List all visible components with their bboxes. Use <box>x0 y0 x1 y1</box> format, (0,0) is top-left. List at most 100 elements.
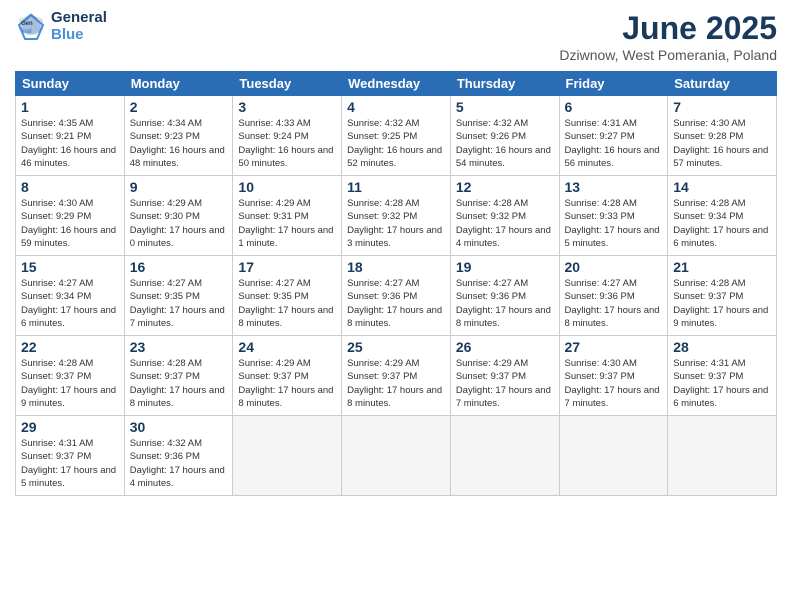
svg-text:eral: eral <box>21 29 32 35</box>
sunrise-text: Sunrise: 4:29 AM <box>347 357 445 370</box>
cell-info: Sunrise: 4:33 AM Sunset: 9:24 PM Dayligh… <box>238 117 336 170</box>
month-title: June 2025 <box>559 10 777 47</box>
day-number: 12 <box>456 179 554 195</box>
sunset-text: Sunset: 9:23 PM <box>130 130 228 143</box>
sunrise-text: Sunrise: 4:29 AM <box>238 357 336 370</box>
daylight-text: Daylight: 17 hours and 4 minutes. <box>456 224 554 251</box>
sunset-text: Sunset: 9:32 PM <box>347 210 445 223</box>
cell-info: Sunrise: 4:28 AM Sunset: 9:32 PM Dayligh… <box>347 197 445 250</box>
location: Dziwnow, West Pomerania, Poland <box>559 47 777 63</box>
cell-info: Sunrise: 4:35 AM Sunset: 9:21 PM Dayligh… <box>21 117 119 170</box>
sunrise-text: Sunrise: 4:31 AM <box>673 357 771 370</box>
calendar-cell: 1 Sunrise: 4:35 AM Sunset: 9:21 PM Dayli… <box>16 96 125 176</box>
day-number: 18 <box>347 259 445 275</box>
calendar-cell: 10 Sunrise: 4:29 AM Sunset: 9:31 PM Dayl… <box>233 176 342 256</box>
sunrise-text: Sunrise: 4:31 AM <box>21 437 119 450</box>
sunset-text: Sunset: 9:31 PM <box>238 210 336 223</box>
calendar-cell: 20 Sunrise: 4:27 AM Sunset: 9:36 PM Dayl… <box>559 256 668 336</box>
daylight-text: Daylight: 17 hours and 6 minutes. <box>21 304 119 331</box>
daylight-text: Daylight: 17 hours and 5 minutes. <box>565 224 663 251</box>
daylight-text: Daylight: 17 hours and 6 minutes. <box>673 384 771 411</box>
day-number: 2 <box>130 99 228 115</box>
cell-info: Sunrise: 4:27 AM Sunset: 9:36 PM Dayligh… <box>565 277 663 330</box>
sunrise-text: Sunrise: 4:34 AM <box>130 117 228 130</box>
calendar-cell: 16 Sunrise: 4:27 AM Sunset: 9:35 PM Dayl… <box>124 256 233 336</box>
calendar-cell: 7 Sunrise: 4:30 AM Sunset: 9:28 PM Dayli… <box>668 96 777 176</box>
col-monday: Monday <box>124 72 233 96</box>
sunset-text: Sunset: 9:21 PM <box>21 130 119 143</box>
daylight-text: Daylight: 17 hours and 8 minutes. <box>456 304 554 331</box>
daylight-text: Daylight: 17 hours and 8 minutes. <box>565 304 663 331</box>
daylight-text: Daylight: 16 hours and 56 minutes. <box>565 144 663 171</box>
cell-info: Sunrise: 4:30 AM Sunset: 9:29 PM Dayligh… <box>21 197 119 250</box>
day-number: 9 <box>130 179 228 195</box>
table-row: 22 Sunrise: 4:28 AM Sunset: 9:37 PM Dayl… <box>16 336 777 416</box>
daylight-text: Daylight: 17 hours and 1 minute. <box>238 224 336 251</box>
calendar-cell: 13 Sunrise: 4:28 AM Sunset: 9:33 PM Dayl… <box>559 176 668 256</box>
calendar-cell: 21 Sunrise: 4:28 AM Sunset: 9:37 PM Dayl… <box>668 256 777 336</box>
daylight-text: Daylight: 17 hours and 5 minutes. <box>21 464 119 491</box>
daylight-text: Daylight: 17 hours and 8 minutes. <box>347 304 445 331</box>
sunset-text: Sunset: 9:36 PM <box>347 290 445 303</box>
sunset-text: Sunset: 9:30 PM <box>130 210 228 223</box>
sunset-text: Sunset: 9:37 PM <box>456 370 554 383</box>
daylight-text: Daylight: 17 hours and 9 minutes. <box>21 384 119 411</box>
daylight-text: Daylight: 16 hours and 59 minutes. <box>21 224 119 251</box>
daylight-text: Daylight: 17 hours and 4 minutes. <box>130 464 228 491</box>
calendar-cell: 17 Sunrise: 4:27 AM Sunset: 9:35 PM Dayl… <box>233 256 342 336</box>
day-number: 22 <box>21 339 119 355</box>
sunrise-text: Sunrise: 4:28 AM <box>456 197 554 210</box>
day-number: 15 <box>21 259 119 275</box>
sunrise-text: Sunrise: 4:31 AM <box>565 117 663 130</box>
sunrise-text: Sunrise: 4:27 AM <box>21 277 119 290</box>
day-number: 21 <box>673 259 771 275</box>
sunrise-text: Sunrise: 4:29 AM <box>456 357 554 370</box>
cell-info: Sunrise: 4:27 AM Sunset: 9:36 PM Dayligh… <box>347 277 445 330</box>
day-number: 10 <box>238 179 336 195</box>
sunset-text: Sunset: 9:24 PM <box>238 130 336 143</box>
page: Gen eral General Blue June 2025 Dziwnow,… <box>0 0 792 612</box>
calendar-cell: 27 Sunrise: 4:30 AM Sunset: 9:37 PM Dayl… <box>559 336 668 416</box>
day-number: 19 <box>456 259 554 275</box>
cell-info: Sunrise: 4:34 AM Sunset: 9:23 PM Dayligh… <box>130 117 228 170</box>
sunrise-text: Sunrise: 4:29 AM <box>238 197 336 210</box>
sunrise-text: Sunrise: 4:28 AM <box>673 197 771 210</box>
calendar-cell: 24 Sunrise: 4:29 AM Sunset: 9:37 PM Dayl… <box>233 336 342 416</box>
daylight-text: Daylight: 17 hours and 7 minutes. <box>130 304 228 331</box>
cell-info: Sunrise: 4:28 AM Sunset: 9:37 PM Dayligh… <box>673 277 771 330</box>
calendar-cell: 2 Sunrise: 4:34 AM Sunset: 9:23 PM Dayli… <box>124 96 233 176</box>
header: Gen eral General Blue June 2025 Dziwnow,… <box>15 10 777 63</box>
day-number: 30 <box>130 419 228 435</box>
cell-info: Sunrise: 4:32 AM Sunset: 9:25 PM Dayligh… <box>347 117 445 170</box>
daylight-text: Daylight: 16 hours and 57 minutes. <box>673 144 771 171</box>
day-number: 4 <box>347 99 445 115</box>
sunset-text: Sunset: 9:37 PM <box>565 370 663 383</box>
day-number: 26 <box>456 339 554 355</box>
daylight-text: Daylight: 17 hours and 0 minutes. <box>130 224 228 251</box>
day-number: 27 <box>565 339 663 355</box>
sunrise-text: Sunrise: 4:29 AM <box>130 197 228 210</box>
daylight-text: Daylight: 16 hours and 54 minutes. <box>456 144 554 171</box>
daylight-text: Daylight: 17 hours and 7 minutes. <box>456 384 554 411</box>
table-row: 8 Sunrise: 4:30 AM Sunset: 9:29 PM Dayli… <box>16 176 777 256</box>
sunset-text: Sunset: 9:33 PM <box>565 210 663 223</box>
sunrise-text: Sunrise: 4:30 AM <box>21 197 119 210</box>
calendar-cell <box>559 416 668 496</box>
cell-info: Sunrise: 4:32 AM Sunset: 9:26 PM Dayligh… <box>456 117 554 170</box>
sunset-text: Sunset: 9:37 PM <box>130 370 228 383</box>
sunset-text: Sunset: 9:28 PM <box>673 130 771 143</box>
daylight-text: Daylight: 17 hours and 6 minutes. <box>673 224 771 251</box>
sunrise-text: Sunrise: 4:27 AM <box>238 277 336 290</box>
calendar-cell: 3 Sunrise: 4:33 AM Sunset: 9:24 PM Dayli… <box>233 96 342 176</box>
day-number: 5 <box>456 99 554 115</box>
day-number: 11 <box>347 179 445 195</box>
col-saturday: Saturday <box>668 72 777 96</box>
day-number: 29 <box>21 419 119 435</box>
table-row: 15 Sunrise: 4:27 AM Sunset: 9:34 PM Dayl… <box>16 256 777 336</box>
cell-info: Sunrise: 4:28 AM Sunset: 9:33 PM Dayligh… <box>565 197 663 250</box>
sunrise-text: Sunrise: 4:27 AM <box>456 277 554 290</box>
cell-info: Sunrise: 4:27 AM Sunset: 9:34 PM Dayligh… <box>21 277 119 330</box>
day-number: 20 <box>565 259 663 275</box>
col-wednesday: Wednesday <box>342 72 451 96</box>
sunrise-text: Sunrise: 4:33 AM <box>238 117 336 130</box>
